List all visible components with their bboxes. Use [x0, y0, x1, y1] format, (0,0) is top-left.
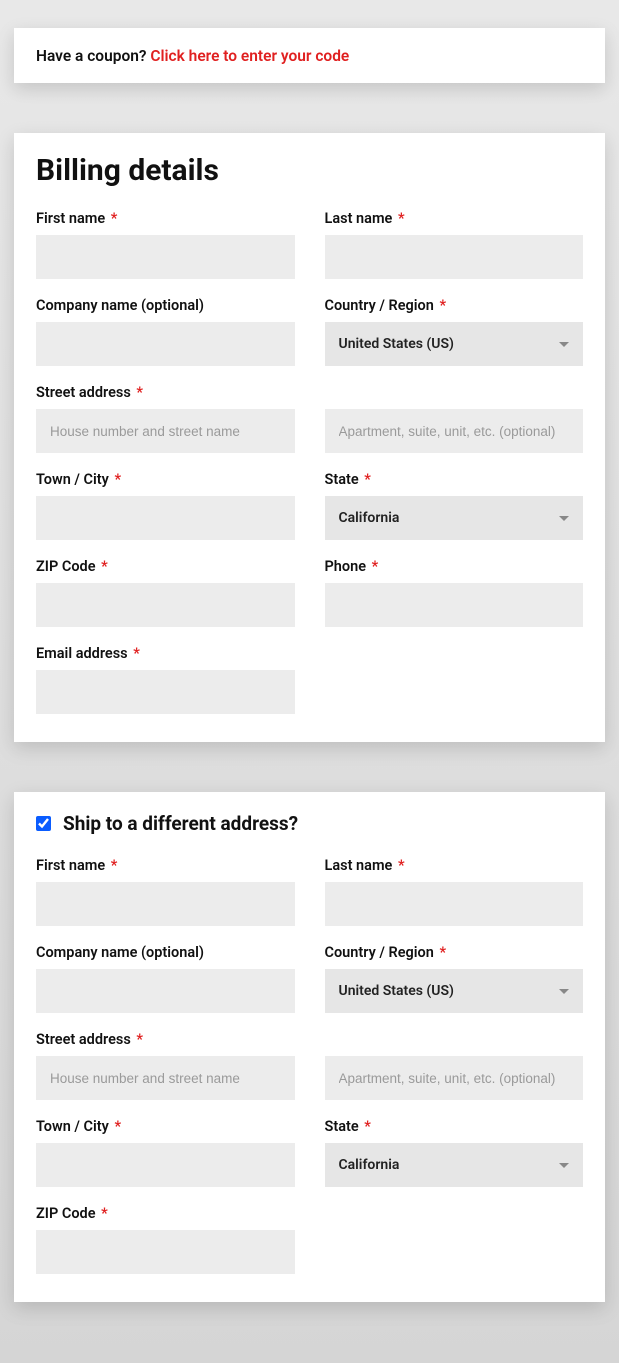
ship-street-label: Street address * [36, 1031, 295, 1048]
zip-input[interactable] [36, 583, 295, 627]
last-name-input[interactable] [325, 235, 584, 279]
state-select[interactable]: California [325, 496, 584, 540]
ship-company-label: Company name (optional) [36, 944, 295, 961]
coupon-link[interactable]: Click here to enter your code [150, 47, 349, 65]
ship-different-checkbox[interactable] [36, 816, 51, 831]
company-label: Company name (optional) [36, 297, 295, 314]
shipping-card: Ship to a different address? First name … [14, 792, 605, 1302]
ship-city-label: Town / City * [36, 1118, 295, 1135]
billing-card: Billing details First name * Last name *… [14, 133, 605, 742]
phone-input[interactable] [325, 583, 584, 627]
ship-first-name-label: First name * [36, 857, 295, 874]
ship-last-name-label: Last name * [325, 857, 584, 874]
ship-last-name-input[interactable] [325, 882, 584, 926]
ship-street-1-input[interactable] [36, 1056, 295, 1100]
zip-label: ZIP Code * [36, 558, 295, 575]
first-name-input[interactable] [36, 235, 295, 279]
ship-country-value: United States (US) [339, 983, 454, 999]
phone-label: Phone * [325, 558, 584, 575]
email-input[interactable] [36, 670, 295, 714]
state-value: California [339, 510, 400, 526]
street-label: Street address * [36, 384, 295, 401]
company-input[interactable] [36, 322, 295, 366]
ship-zip-input[interactable] [36, 1230, 295, 1274]
chevron-down-icon [559, 989, 569, 994]
chevron-down-icon [559, 342, 569, 347]
first-name-label: First name * [36, 210, 295, 227]
chevron-down-icon [559, 1163, 569, 1168]
city-label: Town / City * [36, 471, 295, 488]
ship-city-input[interactable] [36, 1143, 295, 1187]
ship-state-select[interactable]: California [325, 1143, 584, 1187]
country-select[interactable]: United States (US) [325, 322, 584, 366]
city-input[interactable] [36, 496, 295, 540]
coupon-notice: Have a coupon? Click here to enter your … [14, 28, 605, 83]
chevron-down-icon [559, 516, 569, 521]
street-address-2-input[interactable] [325, 409, 584, 453]
ship-company-input[interactable] [36, 969, 295, 1013]
street-address-1-input[interactable] [36, 409, 295, 453]
ship-state-label: State * [325, 1118, 584, 1135]
country-value: United States (US) [339, 336, 454, 352]
email-label: Email address * [36, 645, 295, 662]
state-label: State * [325, 471, 584, 488]
ship-first-name-input[interactable] [36, 882, 295, 926]
ship-state-value: California [339, 1157, 400, 1173]
ship-zip-label: ZIP Code * [36, 1205, 295, 1222]
billing-heading: Billing details [36, 153, 583, 188]
country-label: Country / Region * [325, 297, 584, 314]
coupon-prompt: Have a coupon? [36, 47, 150, 65]
last-name-label: Last name * [325, 210, 584, 227]
ship-street-2-input[interactable] [325, 1056, 584, 1100]
shipping-heading: Ship to a different address? [63, 812, 298, 835]
ship-country-select[interactable]: United States (US) [325, 969, 584, 1013]
ship-country-label: Country / Region * [325, 944, 584, 961]
